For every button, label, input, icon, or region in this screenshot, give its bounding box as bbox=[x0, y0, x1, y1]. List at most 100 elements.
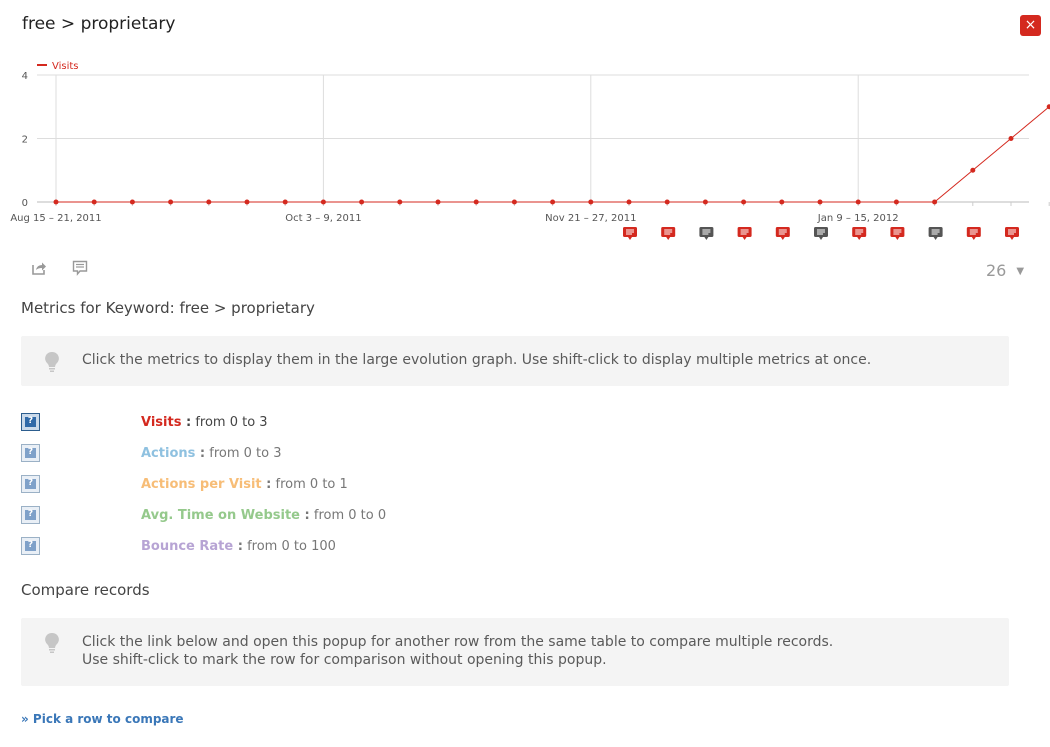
y-tick-label: 2 bbox=[22, 135, 28, 146]
legend-label: Visits bbox=[52, 61, 79, 72]
period-count: 26 bbox=[986, 261, 1007, 280]
annotation-marker-icon[interactable] bbox=[1005, 227, 1019, 240]
data-point bbox=[626, 199, 632, 205]
compare-hint-box: Click the link below and open this popup… bbox=[21, 618, 1009, 686]
data-point bbox=[1008, 136, 1014, 141]
data-point bbox=[550, 199, 556, 205]
annotation-marker-icon[interactable] bbox=[890, 227, 905, 240]
data-point bbox=[435, 199, 441, 205]
metric-row[interactable]: ? Avg. Time on Website : from 0 to 0 bbox=[21, 506, 621, 526]
data-point bbox=[817, 199, 823, 205]
data-point bbox=[855, 199, 861, 205]
metric-name: Bounce Rate bbox=[141, 539, 234, 554]
metric-range: from 0 to 0 bbox=[313, 508, 387, 523]
lightbulb-icon bbox=[45, 351, 59, 372]
x-tick-label: Jan 9 – 15, 2012 bbox=[817, 213, 899, 224]
data-point bbox=[320, 199, 326, 205]
metric-label[interactable]: Visits : from 0 to 3 bbox=[141, 415, 268, 430]
help-icon[interactable]: ? bbox=[21, 444, 40, 462]
data-point bbox=[779, 199, 785, 205]
comment-icon[interactable] bbox=[72, 260, 88, 276]
share-icon[interactable] bbox=[31, 260, 47, 276]
y-tick-label: 4 bbox=[22, 71, 28, 82]
metric-label[interactable]: Bounce Rate : from 0 to 100 bbox=[141, 539, 336, 554]
data-point bbox=[741, 199, 747, 205]
data-point bbox=[53, 199, 59, 205]
x-tick-label: Nov 21 – 27, 2011 bbox=[545, 213, 636, 224]
close-button[interactable]: × bbox=[1020, 15, 1041, 36]
annotation-marker-icon[interactable] bbox=[661, 227, 676, 240]
annotation-marker-icon[interactable] bbox=[737, 227, 752, 240]
help-icon[interactable]: ? bbox=[21, 506, 40, 524]
metrics-hint-box: Click the metrics to display them in the… bbox=[21, 336, 1009, 386]
data-point bbox=[397, 199, 403, 205]
annotation-marker-icon[interactable] bbox=[966, 227, 981, 240]
metric-range: from 0 to 1 bbox=[275, 477, 348, 492]
metric-name: Actions bbox=[141, 446, 196, 461]
data-point bbox=[359, 199, 365, 205]
metric-label[interactable]: Actions per Visit : from 0 to 1 bbox=[141, 477, 348, 492]
annotation-marker-icon[interactable] bbox=[699, 227, 714, 240]
chevron-down-icon: ▼ bbox=[1016, 266, 1025, 277]
compare-hint-text: Click the link below and open this popup… bbox=[82, 633, 833, 669]
compare-hint-line-2: Use shift-click to mark the row for comp… bbox=[82, 652, 607, 668]
help-icon[interactable]: ? bbox=[21, 413, 40, 431]
period-count-select[interactable]: 26 ▼ bbox=[986, 261, 1024, 280]
metric-row[interactable]: ? Visits : from 0 to 3 bbox=[21, 413, 621, 433]
metric-name: Visits bbox=[141, 415, 182, 430]
metric-name: Actions per Visit bbox=[141, 477, 262, 492]
data-point bbox=[588, 199, 594, 205]
help-glyph: ? bbox=[27, 416, 34, 426]
data-point bbox=[932, 199, 938, 205]
data-point bbox=[244, 199, 250, 205]
data-point bbox=[206, 199, 212, 205]
data-point bbox=[129, 199, 135, 205]
help-glyph: ? bbox=[27, 540, 34, 550]
x-tick-label: Aug 15 – 21, 2011 bbox=[10, 213, 101, 224]
data-point bbox=[282, 199, 288, 205]
pick-row-to-compare-link[interactable]: » Pick a row to compare bbox=[21, 712, 184, 726]
metric-separator: : bbox=[181, 415, 192, 430]
data-point bbox=[893, 199, 899, 205]
series-line bbox=[56, 106, 1050, 203]
metric-row[interactable]: ? Actions : from 0 to 3 bbox=[21, 444, 621, 464]
metrics-hint-text: Click the metrics to display them in the… bbox=[82, 352, 872, 368]
compare-hint-line-1: Click the link below and open this popup… bbox=[82, 634, 834, 650]
metric-separator: : bbox=[233, 539, 243, 554]
annotation-marker-icon[interactable] bbox=[814, 227, 828, 240]
annotation-marker-icon[interactable] bbox=[623, 227, 637, 240]
data-point bbox=[168, 199, 174, 205]
compare-heading: Compare records bbox=[21, 581, 150, 599]
annotation-marker-icon[interactable] bbox=[852, 227, 867, 240]
data-point bbox=[511, 199, 517, 205]
help-glyph: ? bbox=[27, 478, 34, 488]
data-point bbox=[91, 199, 97, 205]
metric-range: from 0 to 100 bbox=[247, 539, 336, 554]
lightbulb-icon bbox=[45, 632, 59, 653]
metrics-heading: Metrics for Keyword: free > proprietary bbox=[21, 299, 315, 317]
help-icon[interactable]: ? bbox=[21, 537, 40, 555]
metric-separator: : bbox=[300, 508, 310, 523]
data-point bbox=[702, 199, 708, 205]
metric-separator: : bbox=[195, 446, 206, 461]
metric-row[interactable]: ? Actions per Visit : from 0 to 1 bbox=[21, 475, 621, 495]
metric-separator: : bbox=[261, 477, 272, 492]
metric-label[interactable]: Avg. Time on Website : from 0 to 0 bbox=[141, 508, 386, 523]
y-tick-label: 0 bbox=[22, 198, 28, 209]
page-title: free > proprietary bbox=[22, 14, 176, 34]
metric-range: from 0 to 3 bbox=[195, 415, 268, 430]
metric-label[interactable]: Actions : from 0 to 3 bbox=[141, 446, 282, 461]
data-point bbox=[970, 167, 976, 173]
annotation-marker-icon[interactable] bbox=[928, 227, 943, 240]
metric-range: from 0 to 3 bbox=[209, 446, 282, 461]
data-point bbox=[473, 199, 479, 205]
help-glyph: ? bbox=[27, 509, 34, 519]
help-icon[interactable]: ? bbox=[21, 475, 40, 493]
evolution-graph[interactable]: 0 2 4 Aug 15 – 21, 2011 Oct 3 – 9, 2011 Nov 2… bbox=[0, 55, 1050, 255]
annotation-marker-icon[interactable] bbox=[775, 227, 790, 240]
metric-name: Avg. Time on Website bbox=[141, 508, 300, 523]
x-tick-label: Oct 3 – 9, 2011 bbox=[285, 213, 361, 224]
help-glyph: ? bbox=[27, 447, 34, 457]
metric-row[interactable]: ? Bounce Rate : from 0 to 100 bbox=[21, 537, 621, 557]
data-point bbox=[664, 199, 670, 205]
